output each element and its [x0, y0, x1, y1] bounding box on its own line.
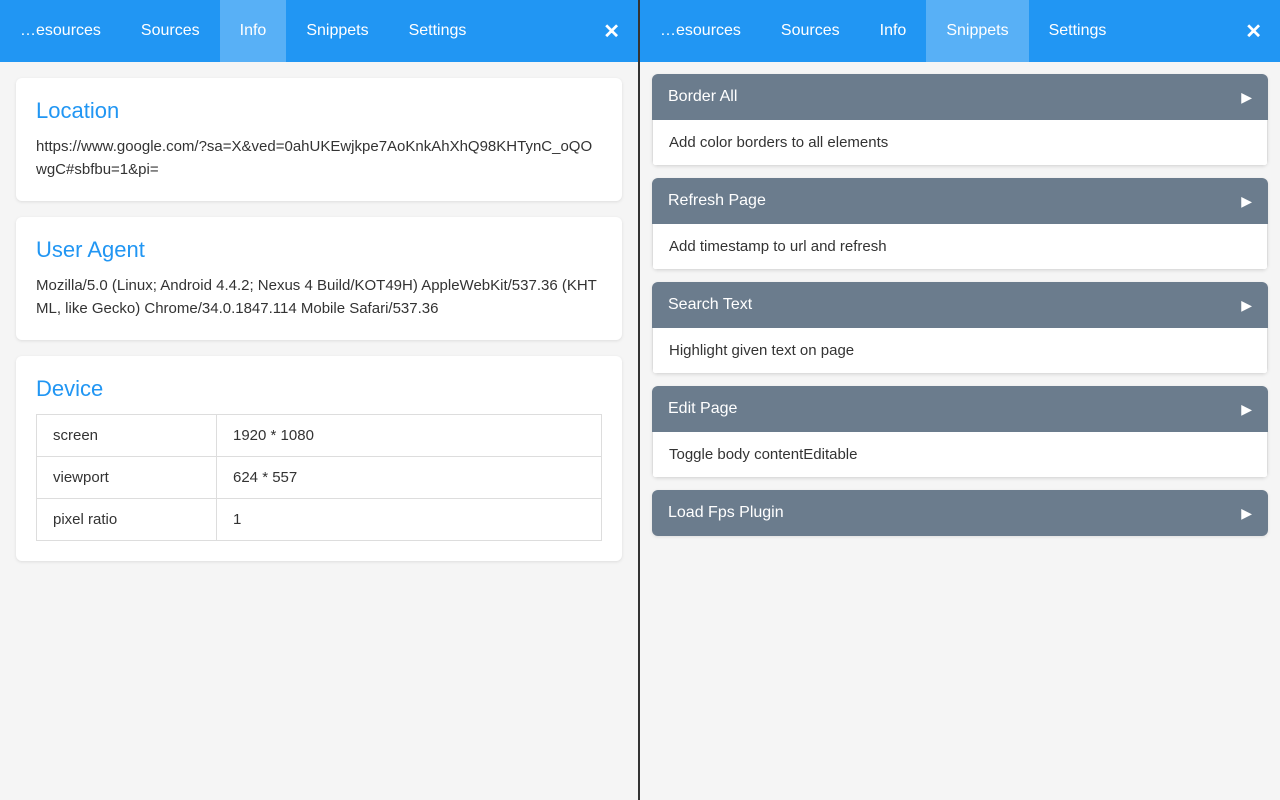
left-close-button[interactable]: ✕	[585, 0, 638, 62]
user-agent-title: User Agent	[36, 237, 602, 263]
snippet-search-text: Search Text ▶ Highlight given text on pa…	[652, 282, 1268, 374]
screen-value: 1920 * 1080	[217, 415, 602, 457]
user-agent-text: Mozilla/5.0 (Linux; Android 4.4.2; Nexus…	[36, 275, 602, 320]
right-tab-resources[interactable]: …esources	[640, 0, 761, 62]
snippet-edit-page-title: Edit Page	[668, 400, 737, 418]
snippet-edit-page-description: Toggle body contentEditable	[652, 432, 1268, 478]
snippet-search-text-title: Search Text	[668, 296, 752, 314]
left-tab-sources[interactable]: Sources	[121, 0, 220, 62]
device-card: Device screen 1920 * 1080 viewport 624 *…	[16, 356, 622, 561]
snippet-border-all-title: Border All	[668, 88, 737, 106]
table-row: pixel ratio 1	[37, 499, 602, 541]
right-tab-sources[interactable]: Sources	[761, 0, 860, 62]
left-content: Location https://www.google.com/?sa=X&ve…	[0, 62, 638, 800]
snippet-refresh-page-title: Refresh Page	[668, 192, 766, 210]
pixel-ratio-label: pixel ratio	[37, 499, 217, 541]
viewport-value: 624 * 557	[217, 457, 602, 499]
snippet-border-all-header[interactable]: Border All ▶	[652, 74, 1268, 120]
right-tab-info[interactable]: Info	[860, 0, 927, 62]
left-tab-info[interactable]: Info	[220, 0, 287, 62]
right-close-button[interactable]: ✕	[1227, 0, 1280, 62]
right-panel: …esources Sources Info Snippets Settings…	[640, 0, 1280, 800]
device-title: Device	[36, 376, 602, 402]
snippet-edit-page-header[interactable]: Edit Page ▶	[652, 386, 1268, 432]
left-tab-resources[interactable]: …esources	[0, 0, 121, 62]
screen-label: screen	[37, 415, 217, 457]
right-content: Border All ▶ Add color borders to all el…	[640, 62, 1280, 800]
viewport-label: viewport	[37, 457, 217, 499]
snippet-load-fps-plugin-header[interactable]: Load Fps Plugin ▶	[652, 490, 1268, 536]
left-tab-snippets[interactable]: Snippets	[286, 0, 388, 62]
chevron-right-icon: ▶	[1241, 505, 1252, 522]
right-tab-bar: …esources Sources Info Snippets Settings…	[640, 0, 1280, 62]
device-table: screen 1920 * 1080 viewport 624 * 557 pi…	[36, 414, 602, 541]
table-row: screen 1920 * 1080	[37, 415, 602, 457]
snippet-load-fps-plugin-title: Load Fps Plugin	[668, 504, 784, 522]
left-panel: …esources Sources Info Snippets Settings…	[0, 0, 640, 800]
snippet-search-text-description: Highlight given text on page	[652, 328, 1268, 374]
chevron-right-icon: ▶	[1241, 193, 1252, 210]
snippet-refresh-page: Refresh Page ▶ Add timestamp to url and …	[652, 178, 1268, 270]
table-row: viewport 624 * 557	[37, 457, 602, 499]
snippet-search-text-header[interactable]: Search Text ▶	[652, 282, 1268, 328]
location-url: https://www.google.com/?sa=X&ved=0ahUKEw…	[36, 136, 602, 181]
right-tab-settings[interactable]: Settings	[1029, 0, 1127, 62]
chevron-right-icon: ▶	[1241, 401, 1252, 418]
left-tab-bar: …esources Sources Info Snippets Settings…	[0, 0, 638, 62]
snippet-edit-page: Edit Page ▶ Toggle body contentEditable	[652, 386, 1268, 478]
user-agent-card: User Agent Mozilla/5.0 (Linux; Android 4…	[16, 217, 622, 340]
left-tab-settings[interactable]: Settings	[389, 0, 487, 62]
pixel-ratio-value: 1	[217, 499, 602, 541]
snippet-refresh-page-description: Add timestamp to url and refresh	[652, 224, 1268, 270]
snippet-refresh-page-header[interactable]: Refresh Page ▶	[652, 178, 1268, 224]
chevron-right-icon: ▶	[1241, 297, 1252, 314]
right-tab-snippets[interactable]: Snippets	[926, 0, 1028, 62]
location-title: Location	[36, 98, 602, 124]
location-card: Location https://www.google.com/?sa=X&ve…	[16, 78, 622, 201]
snippet-border-all: Border All ▶ Add color borders to all el…	[652, 74, 1268, 166]
chevron-right-icon: ▶	[1241, 89, 1252, 106]
snippet-border-all-description: Add color borders to all elements	[652, 120, 1268, 166]
snippet-load-fps-plugin: Load Fps Plugin ▶	[652, 490, 1268, 536]
